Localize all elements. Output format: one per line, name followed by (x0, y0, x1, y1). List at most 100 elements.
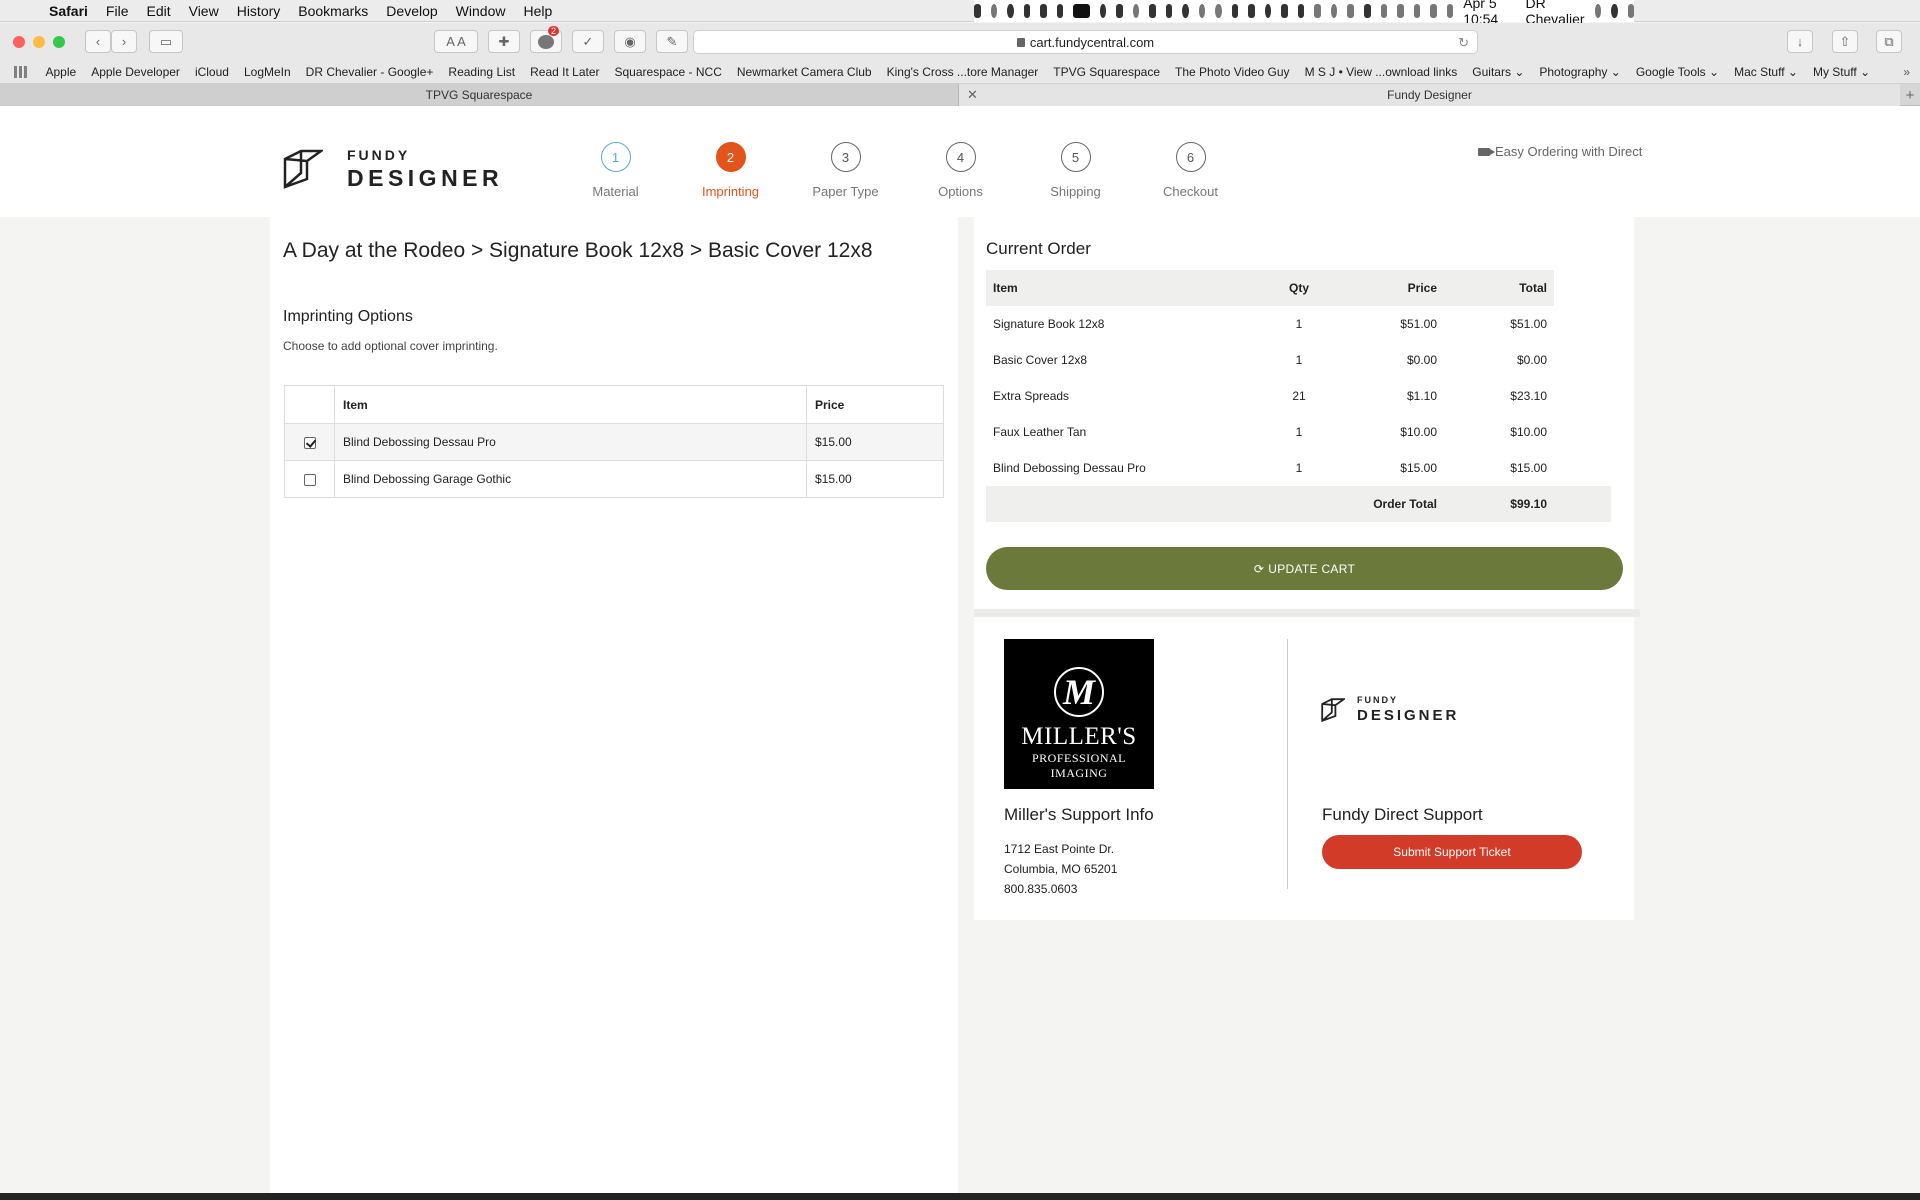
status-app-icon[interactable] (1231, 4, 1239, 18)
step-shipping[interactable]: 5 Shipping (1018, 142, 1133, 199)
wifi-icon[interactable] (1380, 4, 1388, 18)
option-checkbox-checked[interactable] (303, 436, 316, 449)
bookmark-item[interactable]: Read It Later (523, 65, 607, 79)
minimize-window-icon[interactable] (33, 35, 45, 48)
add-bookmark-button[interactable]: ✚ (488, 30, 520, 53)
step-options[interactable]: 4 Options (903, 142, 1018, 199)
text-size-button[interactable]: A A (434, 30, 478, 53)
bookmark-item[interactable]: TPVG Squarespace (1046, 65, 1168, 79)
status-app-icon[interactable] (1297, 4, 1305, 18)
back-button[interactable]: ‹ (85, 30, 111, 53)
step-checkout[interactable]: 6 Checkout (1133, 142, 1248, 199)
bookmark-item[interactable]: Apple Developer (84, 65, 188, 79)
easy-ordering-link[interactable]: Easy Ordering with Direct (1478, 144, 1642, 159)
adblock-button[interactable]: 2 (530, 26, 562, 53)
evernote-icon[interactable] (974, 4, 981, 18)
bookmark-item[interactable]: Newmarket Camera Club (729, 65, 879, 79)
menu-edit[interactable]: Edit (137, 3, 179, 19)
menu-app-name[interactable]: Safari (40, 3, 97, 19)
forward-button[interactable]: › (111, 30, 137, 53)
status-app-icon[interactable] (990, 4, 998, 18)
dropbox-icon[interactable] (1116, 4, 1123, 18)
notification-center-icon[interactable] (1627, 4, 1635, 18)
tab-fundy-designer[interactable]: ✕ Fundy Designer (959, 84, 1900, 106)
status-app-icon[interactable] (1182, 4, 1189, 18)
bookmark-item[interactable]: Apple (38, 65, 84, 79)
bookmark-folder-guitars[interactable]: Guitars ⌄ (1465, 65, 1532, 79)
url-text: cart.fundycentral.com (1029, 34, 1155, 50)
status-app-icon[interactable] (1347, 4, 1354, 18)
menu-help[interactable]: Help (514, 3, 561, 19)
google-drive-icon[interactable] (1132, 4, 1140, 18)
bookmark-item[interactable]: King's Cross ...tore Manager (879, 65, 1046, 79)
table-row[interactable]: Blind Debossing Garage Gothic $15.00 (284, 460, 944, 498)
status-app-icon[interactable] (1149, 4, 1156, 18)
step-paper-type[interactable]: 3 Paper Type (788, 142, 903, 199)
airplay-icon[interactable] (1397, 4, 1404, 18)
sidebar-button[interactable]: ▭ (149, 30, 183, 53)
bookmark-folder-my-stuff[interactable]: My Stuff ⌄ (1805, 65, 1877, 79)
option-checkbox[interactable] (303, 473, 316, 486)
menu-file[interactable]: File (97, 3, 138, 19)
menu-bookmarks[interactable]: Bookmarks (289, 3, 377, 19)
status-app-icon[interactable] (1314, 4, 1321, 18)
close-window-icon[interactable] (13, 35, 25, 48)
order-total: $15.00 (1510, 461, 1547, 475)
bookmark-item[interactable]: Reading List (441, 65, 523, 79)
menu-develop[interactable]: Develop (377, 3, 446, 19)
address-bar[interactable]: cart.fundycentral.com ↻ (693, 30, 1478, 54)
bookmark-item[interactable]: Squarespace - NCC (607, 65, 729, 79)
top-sites-icon[interactable] (14, 65, 28, 78)
order-item: Signature Book 12x8 (993, 317, 1105, 331)
status-app-icon[interactable] (1040, 4, 1047, 18)
status-app-icon[interactable] (1198, 4, 1206, 18)
calendar-icon[interactable] (1165, 4, 1173, 18)
password-button[interactable]: ◉ (614, 30, 646, 53)
bookmark-folder-mac-stuff[interactable]: Mac Stuff ⌄ (1727, 65, 1806, 79)
bookmark-item[interactable]: LogMeIn (236, 65, 298, 79)
share-button[interactable]: ⇧ (1832, 30, 1858, 53)
menu-history[interactable]: History (228, 3, 290, 19)
activity-graph-icon[interactable] (1073, 4, 1090, 18)
status-app-icon[interactable] (1281, 4, 1288, 18)
creative-cloud-icon[interactable] (1007, 4, 1014, 18)
status-app-icon[interactable] (1056, 4, 1064, 18)
bookmark-item[interactable]: The Photo Video Guy (1168, 65, 1298, 79)
option-item: Blind Debossing Garage Gothic (334, 460, 807, 498)
siri-icon[interactable] (1611, 4, 1618, 18)
bookmark-item[interactable]: M S J • View ...ownload links (1297, 65, 1465, 79)
new-tab-button[interactable]: + (1900, 84, 1920, 106)
pocket-button[interactable]: ✓ (572, 30, 604, 53)
bookmark-folder-photography[interactable]: Photography ⌄ (1532, 65, 1628, 79)
battery-icon[interactable] (1364, 4, 1371, 18)
bookmark-item[interactable]: DR Chevalier - Google+ (298, 65, 441, 79)
fundy-logo[interactable]: FUNDY DESIGNER (283, 148, 503, 190)
onepassword-icon[interactable] (1099, 4, 1107, 18)
downloads-button[interactable]: ↓ (1787, 30, 1813, 53)
submit-support-ticket-button[interactable]: Submit Support Ticket (1322, 835, 1582, 869)
more-bookmarks-icon[interactable]: » (1903, 65, 1910, 79)
menu-window[interactable]: Window (447, 3, 515, 19)
tab-tpvg-squarespace[interactable]: TPVG Squarespace (0, 84, 959, 106)
bookmark-item[interactable]: iCloud (187, 65, 236, 79)
bookmark-folder-google-tools[interactable]: Google Tools ⌄ (1628, 65, 1726, 79)
table-row[interactable]: Blind Debossing Dessau Pro $15.00 (284, 423, 944, 461)
eject-icon[interactable] (1413, 4, 1421, 18)
tabs-overview-button[interactable]: ⧉ (1876, 30, 1902, 53)
menu-view[interactable]: View (180, 3, 228, 19)
close-tab-icon[interactable]: ✕ (967, 87, 978, 103)
input-source-icon[interactable] (1446, 4, 1454, 18)
update-cart-button[interactable]: ⟳ UPDATE CART (986, 547, 1623, 590)
extension-button[interactable]: ✎ (656, 30, 688, 53)
volume-icon[interactable] (1430, 4, 1437, 18)
spotlight-icon[interactable] (1594, 4, 1602, 18)
step-imprinting[interactable]: 2 Imprinting (673, 142, 788, 199)
step-material[interactable]: 1 Material (558, 142, 673, 199)
status-app-icon[interactable] (1264, 4, 1272, 18)
reload-icon[interactable]: ↻ (1458, 35, 1469, 51)
status-app-icon[interactable] (1248, 4, 1255, 18)
time-machine-icon[interactable] (1330, 4, 1338, 18)
zoom-window-icon[interactable] (53, 35, 65, 48)
clock-icon[interactable] (1215, 4, 1222, 18)
status-app-icon[interactable] (1023, 4, 1031, 18)
